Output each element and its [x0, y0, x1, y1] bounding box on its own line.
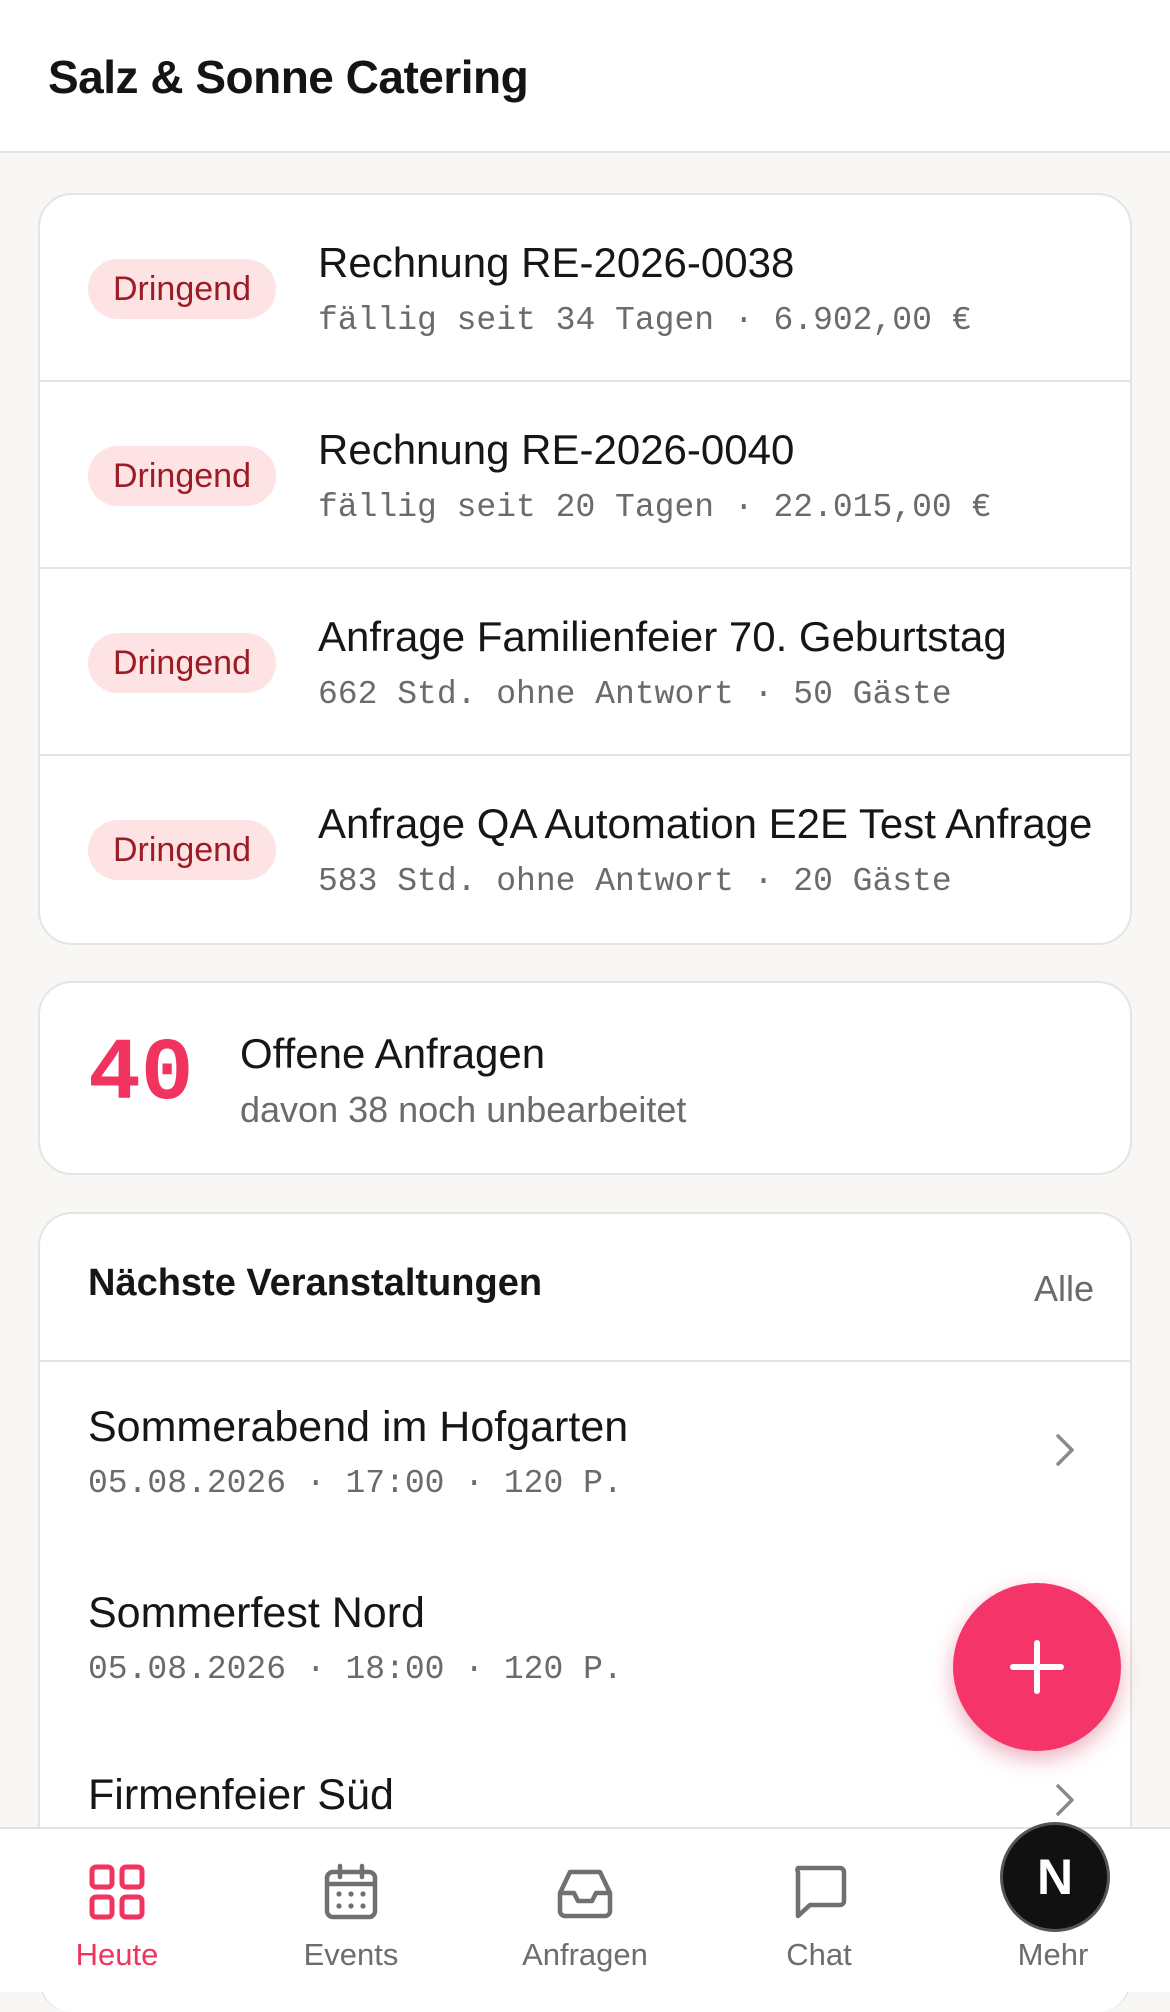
nav-label: Anfragen	[522, 1937, 648, 1972]
grid-icon	[89, 1864, 145, 1920]
events-all-link[interactable]: Alle	[1034, 1268, 1094, 1310]
urgent-item-subtitle: fällig seit 20 Tagen · 22.015,00 €	[318, 489, 992, 526]
urgent-list: Dringend Rechnung RE-2026-0038 fällig se…	[38, 193, 1132, 945]
urgent-item-subtitle: fällig seit 34 Tagen · 6.902,00 €	[318, 302, 972, 339]
urgent-badge: Dringend	[88, 820, 276, 880]
urgent-badge: Dringend	[88, 446, 276, 506]
urgent-item-title: Rechnung RE-2026-0040	[318, 426, 795, 473]
event-row[interactable]: Sommerabend im Hofgarten 05.08.2026 · 17…	[40, 1370, 1130, 1556]
urgent-badge: Dringend	[88, 259, 276, 319]
urgent-item-request-birthday[interactable]: Dringend Anfrage Familienfeier 70. Gebur…	[40, 569, 1130, 756]
open-requests-subtitle: davon 38 noch unbearbeitet	[240, 1089, 687, 1130]
open-requests-count: 40	[88, 1026, 194, 1125]
chevron-right-icon	[1056, 1784, 1074, 1816]
chat-icon	[795, 1865, 847, 1919]
nav-item-events[interactable]: Events	[234, 1829, 468, 1992]
urgent-item-title: Anfrage Familienfeier 70. Geburtstag	[318, 613, 1007, 660]
event-meta: 05.08.2026 · 18:00 · 120 P.	[88, 1651, 623, 1688]
urgent-item-invoice-0038[interactable]: Dringend Rechnung RE-2026-0038 fällig se…	[40, 195, 1130, 382]
events-header: Nächste Veranstaltungen Alle	[40, 1214, 1130, 1362]
event-name: Sommerfest Nord	[88, 1589, 425, 1637]
urgent-item-subtitle: 583 Std. ohne Antwort · 20 Gäste	[318, 863, 952, 900]
urgent-item-invoice-0040[interactable]: Dringend Rechnung RE-2026-0040 fällig se…	[40, 382, 1130, 569]
inbox-icon	[557, 1869, 613, 1919]
urgent-badge: Dringend	[88, 633, 276, 693]
events-title: Nächste Veranstaltungen	[88, 1262, 543, 1304]
event-name: Firmenfeier Süd	[88, 1771, 394, 1819]
plus-icon	[1010, 1640, 1064, 1694]
nav-item-heute[interactable]: Heute	[0, 1829, 234, 1992]
urgent-item-subtitle: 662 Std. ohne Antwort · 50 Gäste	[318, 676, 952, 713]
avatar[interactable]: N	[1000, 1822, 1110, 1932]
open-requests-card[interactable]: 40 Offene Anfragen davon 38 noch unbearb…	[38, 981, 1132, 1175]
nav-label: Mehr	[1017, 1937, 1089, 1972]
chevron-right-icon	[1056, 1434, 1074, 1466]
calendar-icon	[324, 1863, 378, 1920]
urgent-item-title: Rechnung RE-2026-0038	[318, 239, 795, 286]
nav-item-anfragen[interactable]: Anfragen	[468, 1829, 702, 1992]
app-title: Salz & Sonne Catering	[48, 51, 529, 103]
add-button[interactable]	[953, 1583, 1121, 1751]
urgent-item-title: Anfrage QA Automation E2E Test Anfrage	[318, 800, 1093, 847]
event-name: Sommerabend im Hofgarten	[88, 1403, 629, 1451]
bottom-nav: Heute Events Anfragen Chat Mehr	[0, 1827, 1170, 1992]
nav-label: Events	[303, 1937, 399, 1972]
app-header: Salz & Sonne Catering	[0, 0, 1170, 153]
urgent-item-request-qa[interactable]: Dringend Anfrage QA Automation E2E Test …	[40, 756, 1130, 943]
event-meta: 05.08.2026 · 17:00 · 120 P.	[88, 1465, 623, 1502]
nav-item-chat[interactable]: Chat	[702, 1829, 936, 1992]
open-requests-title: Offene Anfragen	[240, 1030, 546, 1077]
nav-label: Heute	[75, 1937, 159, 1972]
nav-label: Chat	[786, 1937, 852, 1972]
